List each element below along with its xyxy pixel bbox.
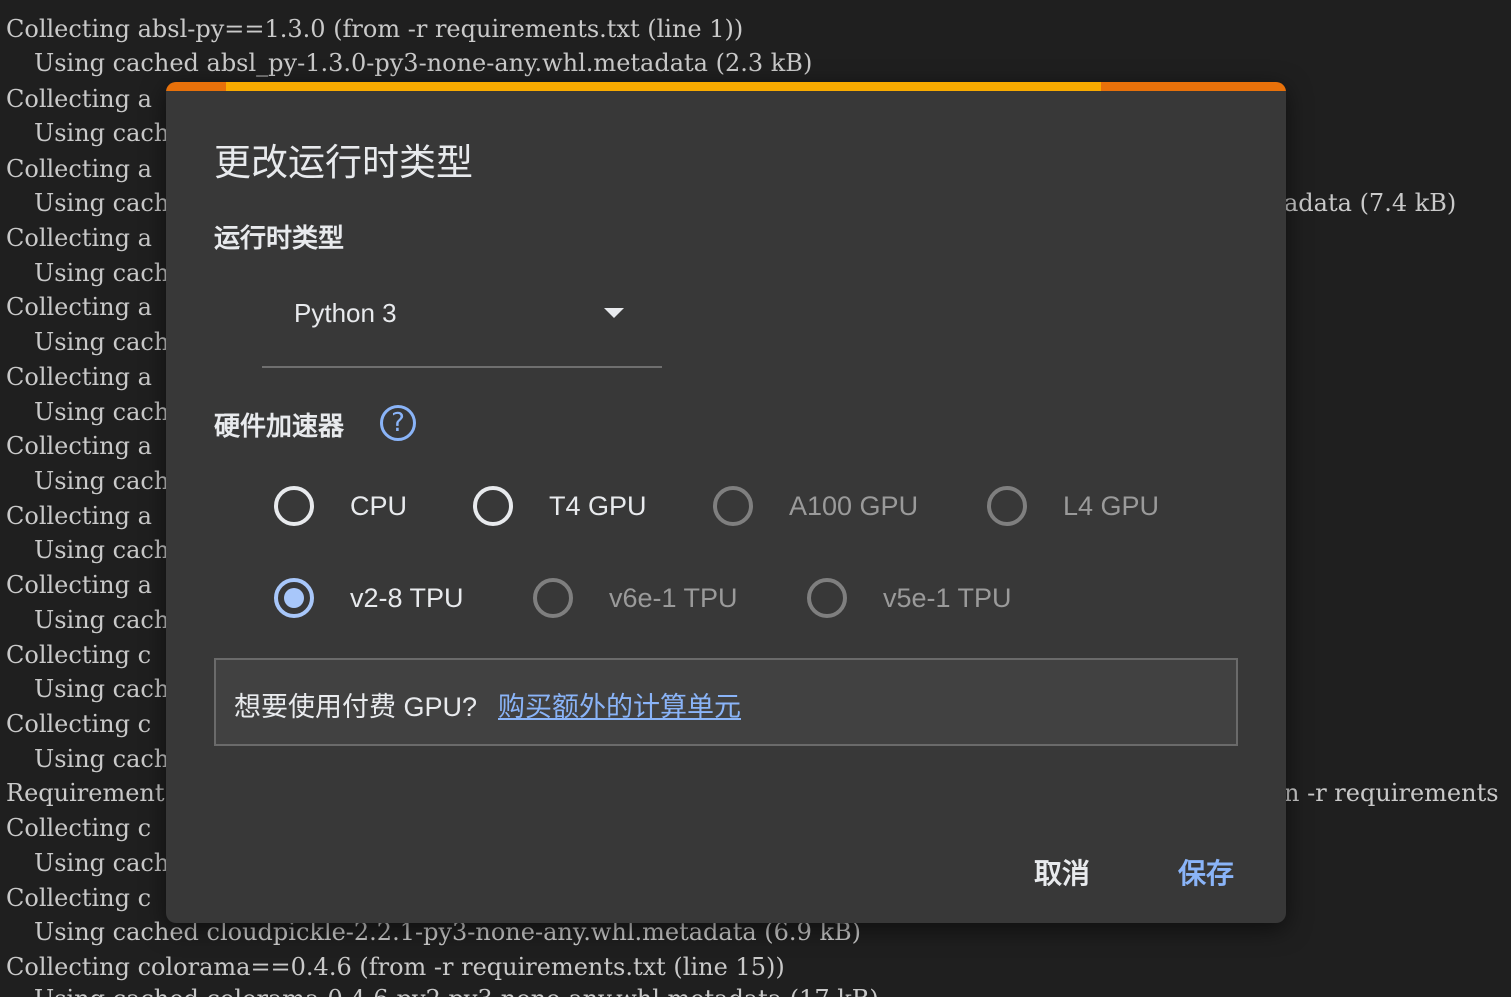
terminal-line: Collecting colorama==0.4.6 (from -r requ… [6,953,785,981]
runtime-type-label: 运行时类型 [214,223,345,253]
accelerator-option-v5e-1-tpu: v5e-1 TPU [807,576,1012,620]
terminal-line: Using cached absl_py-1.3.0-py3-none-any.… [34,49,813,77]
terminal-line: Using cach [34,467,170,495]
terminal-line: Using cach [34,259,170,287]
terminal-line: Collecting c [6,884,152,912]
radio-button-icon [533,578,573,618]
accelerator-option-v6e-1-tpu: v6e-1 TPU [533,576,738,620]
terminal-line: Using cach [34,606,170,634]
radio-button-icon [473,486,513,526]
accelerator-option-label: v5e-1 TPU [883,582,1012,613]
dialog-title: 更改运行时类型 [214,142,473,183]
dialog-accent-bar [166,82,1286,91]
terminal-line: Collecting a [6,224,152,252]
accelerator-option-label: v2-8 TPU [350,582,464,613]
change-runtime-type-dialog: 更改运行时类型 运行时类型 Python 3 硬件加速器 ? CPU T4 GP… [166,82,1286,923]
radio-button-selected-icon [274,578,314,618]
terminal-line: Collecting absl-py==1.3.0 (from -r requi… [6,15,744,43]
radio-button-icon [274,486,314,526]
terminal-line: Collecting a [6,432,152,460]
paid-gpu-prompt: 想要使用付费 GPU? [234,692,478,722]
runtime-type-select[interactable]: Python 3 [262,278,662,368]
accelerator-option-label: v6e-1 TPU [609,582,738,613]
terminal-line: Using cach [34,119,170,147]
accelerator-option-label: CPU [350,490,408,521]
save-button[interactable]: 保存 [1178,852,1234,892]
terminal-line: Collecting a [6,293,152,321]
accelerator-option-v2-8-tpu[interactable]: v2-8 TPU [274,576,464,620]
terminal-line: Collecting a [6,363,152,391]
radio-button-icon [713,486,753,526]
terminal-line: Collecting a [6,571,152,599]
hardware-accelerator-label: 硬件加速器 [214,411,345,441]
terminal-line: Collecting a [6,155,152,183]
cancel-button[interactable]: 取消 [1034,852,1090,892]
accelerator-option-l4-gpu: L4 GPU [987,484,1159,528]
terminal-line: Collecting a [6,85,152,113]
terminal-line: Using cached colorama-0.4.6-py2.py3-none… [34,984,879,997]
paid-gpu-notice: 想要使用付费 GPU? 购买额外的计算单元 [214,658,1238,746]
accelerator-option-t4-gpu[interactable]: T4 GPU [473,484,647,528]
terminal-line: Using cach [34,398,170,426]
terminal-line: Collecting c [6,641,152,669]
radio-button-icon [807,578,847,618]
terminal-line: Using cach [34,745,170,773]
accelerator-option-label: L4 GPU [1063,490,1160,521]
terminal-line: Collecting a [6,502,152,530]
runtime-type-value: Python 3 [294,298,397,328]
terminal-line-fragment: adata (7.4 kB) [1284,189,1457,217]
buy-compute-units-link[interactable]: 购买额外的计算单元 [498,685,741,724]
radio-button-icon [987,486,1027,526]
help-question-icon[interactable]: ? [380,405,416,441]
accelerator-option-label: T4 GPU [549,490,647,521]
terminal-line: Requirement [6,779,165,807]
terminal-line: Collecting c [6,710,152,738]
terminal-line: Using cach [34,675,170,703]
accelerator-option-cpu[interactable]: CPU [274,484,407,528]
accelerator-option-a100-gpu: A100 GPU [713,484,918,528]
accelerator-option-label: A100 GPU [789,490,919,521]
terminal-line: Using cach [34,849,170,877]
terminal-line: Using cach [34,189,170,217]
terminal-line: Collecting c [6,814,152,842]
terminal-line: Using cach [34,536,170,564]
terminal-line: Using cach [34,328,170,356]
dropdown-arrow-icon [604,308,624,318]
terminal-line-fragment: n -r requirements [1284,779,1499,807]
